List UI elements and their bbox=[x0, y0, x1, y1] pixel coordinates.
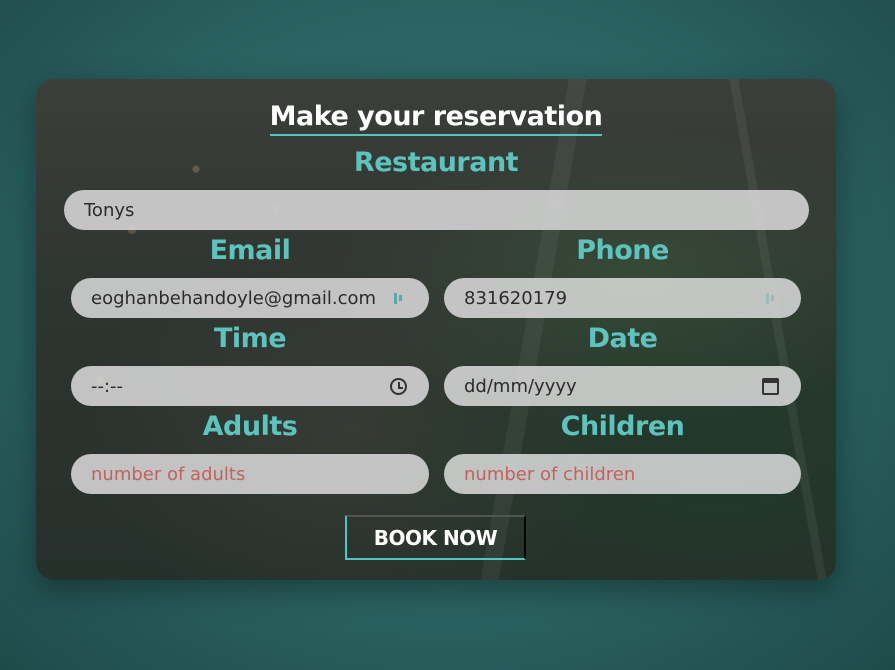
restaurant-value: Tonys bbox=[84, 199, 135, 221]
restaurant-label: Restaurant bbox=[353, 147, 519, 178]
date-label: Date bbox=[587, 323, 658, 354]
phone-label: Phone bbox=[576, 235, 669, 266]
clock-icon[interactable] bbox=[387, 375, 409, 397]
children-field[interactable]: number of children bbox=[444, 454, 801, 494]
phone-value: 831620179 bbox=[464, 287, 568, 309]
book-now-button[interactable]: BOOK NOW bbox=[345, 515, 526, 560]
adults-label: Adults bbox=[202, 411, 298, 442]
time-label: Time bbox=[213, 323, 287, 354]
date-field[interactable]: dd/mm/yyyy bbox=[444, 366, 801, 406]
reservation-card: Make your reservation Restaurant Tonys E… bbox=[36, 79, 836, 580]
form-title-wrapper: Make your reservation bbox=[36, 101, 836, 136]
restaurant-field[interactable]: Tonys bbox=[64, 190, 809, 230]
calendar-icon[interactable] bbox=[759, 375, 781, 397]
phone-field[interactable]: 831620179 bbox=[444, 278, 801, 318]
form-title: Make your reservation bbox=[269, 101, 603, 136]
time-field[interactable]: --:-- bbox=[71, 366, 429, 406]
adults-field[interactable]: number of adults bbox=[71, 454, 429, 494]
email-value: eoghanbehandoyle@gmail.com bbox=[91, 287, 377, 309]
password-manager-icon[interactable] bbox=[759, 287, 781, 309]
children-placeholder: number of children bbox=[464, 463, 636, 485]
adults-placeholder: number of adults bbox=[91, 463, 246, 485]
email-label: Email bbox=[209, 235, 291, 266]
password-manager-icon[interactable] bbox=[387, 287, 409, 309]
time-value: --:-- bbox=[91, 375, 124, 397]
children-label: Children bbox=[560, 411, 685, 442]
date-value: dd/mm/yyyy bbox=[464, 375, 577, 397]
email-field[interactable]: eoghanbehandoyle@gmail.com bbox=[71, 278, 429, 318]
